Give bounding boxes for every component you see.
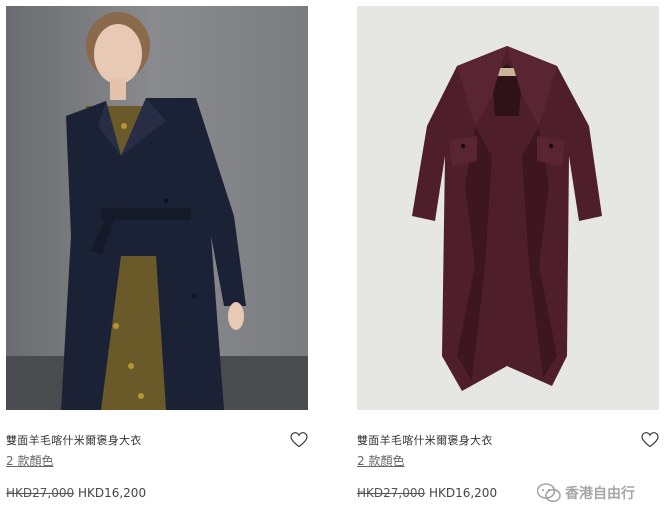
price-row: HKD27,000 HKD16,200 bbox=[6, 486, 146, 500]
burgundy-coat-on-hanger-image bbox=[357, 6, 659, 410]
model-wearing-navy-coat-image bbox=[6, 6, 308, 410]
product-title[interactable]: 雙面羊毛喀什米爾褒身大衣 bbox=[6, 432, 142, 448]
sale-price: HKD16,200 bbox=[77, 486, 147, 500]
original-price: HKD27,000 bbox=[6, 486, 75, 500]
product-image-burgundy-coat[interactable] bbox=[357, 6, 659, 410]
wishlist-heart-icon[interactable] bbox=[641, 432, 659, 448]
original-price: HKD27,000 bbox=[357, 486, 426, 500]
product-title[interactable]: 雙面羊毛喀什米爾褒身大衣 bbox=[357, 432, 493, 448]
color-options-link[interactable]: 2 款顏色 bbox=[6, 452, 53, 469]
color-options-link[interactable]: 2 款顏色 bbox=[357, 452, 404, 469]
price-row: HKD27,000 HKD16,200 bbox=[357, 486, 497, 500]
product-image-navy-coat[interactable] bbox=[6, 6, 308, 410]
wechat-watermark: 香港自由行 bbox=[537, 480, 635, 506]
sale-price: HKD16,200 bbox=[428, 486, 498, 500]
wechat-icon bbox=[537, 483, 561, 503]
watermark-text: 香港自由行 bbox=[565, 486, 635, 502]
wishlist-heart-icon[interactable] bbox=[290, 432, 308, 448]
